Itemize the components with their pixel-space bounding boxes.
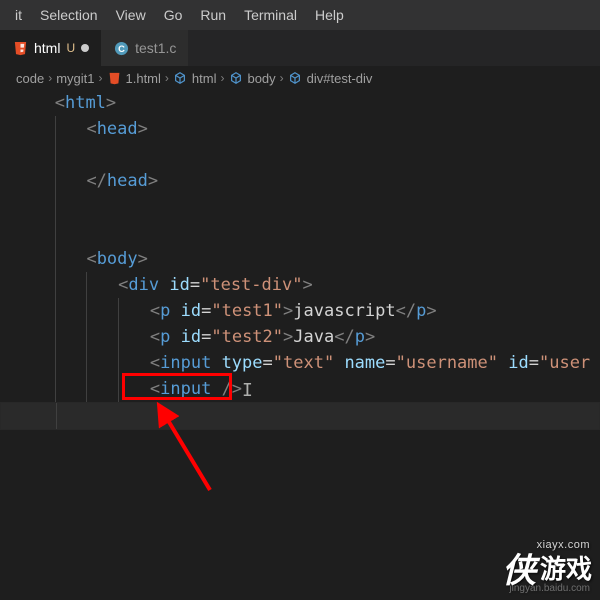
- crumb-symbol[interactable]: body: [247, 71, 275, 86]
- unsaved-dot-icon: [81, 44, 89, 52]
- watermark-url: xiayx.com: [537, 539, 590, 551]
- chevron-right-icon: ›: [220, 71, 224, 85]
- menu-go[interactable]: Go: [155, 0, 192, 30]
- tab-html[interactable]: html U: [0, 30, 101, 66]
- menu-selection[interactable]: Selection: [31, 0, 107, 30]
- code-line: <body>: [24, 246, 600, 272]
- crumb-symbol[interactable]: div#test-div: [307, 71, 373, 86]
- menu-edit-partial[interactable]: it: [6, 0, 31, 30]
- menu-terminal[interactable]: Terminal: [235, 0, 306, 30]
- crumb-file[interactable]: 1.html: [126, 71, 161, 86]
- menubar: it Selection View Go Run Terminal Help: [0, 0, 600, 30]
- code-line: [0, 402, 600, 430]
- watermark: xiayx.com 侠 游戏 jingyan.baidu.com: [502, 543, 592, 592]
- code-line: <div id="test-div">: [24, 272, 600, 298]
- tab-bar: html U C test1.c: [0, 30, 600, 66]
- tab-label: test1.c: [135, 40, 176, 56]
- crumb-folder[interactable]: mygit1: [56, 71, 94, 86]
- symbol-icon: [173, 71, 188, 86]
- code-line: [24, 194, 600, 220]
- breadcrumbs: code › mygit1 › 1.html › html › body › d…: [0, 66, 600, 90]
- code-line: <p id="test1">javascript</p>: [24, 298, 600, 324]
- git-modified-badge: U: [66, 41, 75, 55]
- chevron-right-icon: ›: [48, 71, 52, 85]
- crumb-symbol[interactable]: html: [192, 71, 217, 86]
- svg-text:C: C: [118, 43, 125, 53]
- menu-run[interactable]: Run: [191, 0, 235, 30]
- menu-view[interactable]: View: [107, 0, 155, 30]
- code-line: <input type="text" name="username" id="u…: [24, 350, 600, 376]
- symbol-icon: [288, 71, 303, 86]
- text-cursor-icon: I: [242, 380, 253, 401]
- menu-help[interactable]: Help: [306, 0, 353, 30]
- html-file-icon: [107, 71, 122, 86]
- code-line: [24, 220, 600, 246]
- watermark-text: 游戏: [540, 549, 592, 586]
- chevron-right-icon: ›: [280, 71, 284, 85]
- code-line: <p id="test2">Java</p>: [24, 324, 600, 350]
- tab-label: html: [34, 40, 60, 56]
- html-file-icon: [12, 40, 28, 56]
- code-editor[interactable]: <html> <head> </head> <body> <div id="te…: [0, 90, 600, 430]
- chevron-right-icon: ›: [99, 71, 103, 85]
- watermark-sub: jingyan.baidu.com: [509, 583, 590, 594]
- code-line: <input />I: [24, 376, 600, 402]
- tab-test1c[interactable]: C test1.c: [101, 30, 188, 66]
- code-line: <html>: [24, 90, 600, 116]
- code-line: <head>: [24, 116, 600, 142]
- code-line: </head>: [24, 168, 600, 194]
- c-file-icon: C: [113, 40, 129, 56]
- code-line: [24, 142, 600, 168]
- crumb-folder[interactable]: code: [16, 71, 44, 86]
- chevron-right-icon: ›: [165, 71, 169, 85]
- symbol-icon: [228, 71, 243, 86]
